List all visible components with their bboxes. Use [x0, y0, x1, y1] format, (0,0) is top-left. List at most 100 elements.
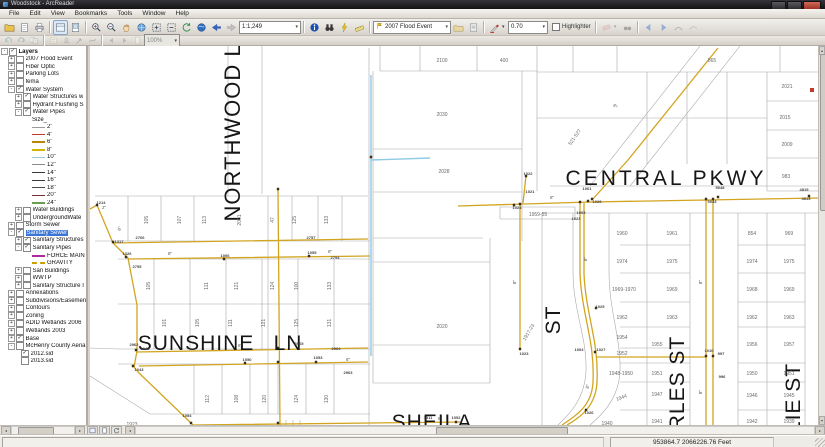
expand-toggle-icon[interactable]: -	[15, 109, 22, 116]
toc-item[interactable]: +WWTP	[0, 274, 86, 282]
expand-toggle-icon[interactable]: +	[8, 290, 15, 297]
layer-checkbox[interactable]	[16, 56, 24, 64]
map-properties-icon[interactable]	[466, 20, 481, 35]
toc-item[interactable]: +Water Buildings	[0, 206, 86, 214]
pen-width-combo[interactable]: 0.70▾	[508, 21, 548, 34]
toc-item[interactable]: 8"	[0, 146, 86, 154]
menu-item[interactable]: View	[46, 9, 70, 18]
layer-checkbox[interactable]	[16, 320, 24, 328]
expand-toggle-icon[interactable]: +	[15, 282, 22, 289]
expand-toggle-icon[interactable]: +	[8, 328, 15, 335]
eraser-caret-icon[interactable]: ▾	[614, 24, 620, 30]
toc-item[interactable]: FORCE MAIN	[0, 252, 86, 260]
toc-item[interactable]: +Parking Lots	[0, 71, 86, 79]
layout-view-icon[interactable]	[68, 20, 83, 35]
toc-item[interactable]: 6"	[0, 139, 86, 147]
expand-toggle-icon[interactable]: -	[8, 229, 15, 236]
refresh-view-icon[interactable]	[111, 426, 122, 436]
map-hscrollbar[interactable]	[135, 426, 815, 436]
toc-item[interactable]: +Wetlands 2003	[0, 327, 86, 335]
toc-item[interactable]: 12"	[0, 161, 86, 169]
next-markup-icon[interactable]	[656, 20, 671, 35]
eraser-icon[interactable]	[599, 20, 614, 35]
toc-item[interactable]: 2013.sid	[0, 357, 86, 365]
toc-item[interactable]: +Subdivisions/Easement	[0, 297, 86, 305]
toc-item[interactable]: +Contours	[0, 305, 86, 313]
toc-item[interactable]: -✓Water Pipes	[0, 108, 86, 116]
toc-item[interactable]: +Storm Sewer	[0, 222, 86, 230]
expand-toggle-icon[interactable]: +	[8, 71, 15, 78]
layer-checkbox[interactable]	[23, 214, 31, 222]
layer-checkbox[interactable]	[16, 305, 24, 313]
layer-checkbox[interactable]	[23, 274, 31, 282]
layer-checkbox[interactable]	[23, 282, 31, 290]
toc-item[interactable]: 20"	[0, 191, 86, 199]
marker-pen-icon[interactable]	[487, 20, 502, 35]
layer-checkbox[interactable]: ✓	[16, 335, 24, 343]
expand-toggle-icon[interactable]: -	[8, 343, 15, 350]
toc-item[interactable]: +Hydrant Flushing S	[0, 101, 86, 109]
expand-toggle-icon[interactable]: +	[8, 63, 15, 70]
published-map-combo[interactable]: 2007 Flood Event▾	[373, 21, 451, 34]
toc-hscrollbar[interactable]	[11, 426, 75, 436]
layer-checkbox[interactable]	[23, 267, 31, 275]
toc-item[interactable]: 24"	[0, 199, 86, 207]
layer-checkbox[interactable]	[16, 327, 24, 335]
toc-item[interactable]: 4"	[0, 131, 86, 139]
toc-scroll-left-icon[interactable]: ◂	[1, 426, 11, 436]
layer-checkbox[interactable]: ✓	[9, 48, 17, 56]
expand-toggle-icon[interactable]: +	[8, 222, 15, 229]
layer-checkbox[interactable]: ✓	[23, 108, 31, 116]
toc-item[interactable]: +San Buildings	[0, 267, 86, 275]
highlighter-checkbox[interactable]	[552, 23, 560, 31]
globe-icon[interactable]	[194, 20, 209, 35]
expand-toggle-icon[interactable]: +	[15, 207, 22, 214]
toc-item[interactable]: +✓Water Structures w	[0, 93, 86, 101]
layer-checkbox[interactable]	[16, 63, 24, 71]
toc-item[interactable]: +Sanitary Structure I	[0, 282, 86, 290]
menu-item[interactable]: Edit	[24, 9, 45, 18]
toc-item[interactable]: +UndergroundWate	[0, 214, 86, 222]
identify-icon[interactable]	[307, 20, 322, 35]
resize-grip[interactable]	[815, 438, 825, 447]
prev-markup-icon[interactable]	[641, 20, 656, 35]
layer-checkbox[interactable]: ✓	[23, 244, 31, 252]
clear-markup-icon[interactable]	[671, 20, 686, 35]
layer-checkbox[interactable]	[16, 222, 24, 230]
expand-toggle-icon[interactable]: +	[15, 214, 22, 221]
layer-checkbox[interactable]: ✓	[23, 93, 31, 101]
expand-toggle-icon[interactable]: +	[15, 237, 22, 244]
hyperlink-icon[interactable]	[337, 20, 352, 35]
toc-item[interactable]: 10"	[0, 154, 86, 162]
toc-scroll-right-icon[interactable]: ▸	[75, 426, 85, 436]
expand-toggle-icon[interactable]: +	[8, 335, 15, 342]
go-back-extent-icon[interactable]	[179, 20, 194, 35]
layer-checkbox[interactable]	[16, 297, 24, 305]
layer-checkbox[interactable]	[16, 342, 24, 350]
toc-item[interactable]: -✓Water System	[0, 86, 86, 94]
expand-toggle-icon[interactable]: +	[8, 320, 15, 327]
expand-toggle-icon[interactable]: -	[1, 48, 8, 55]
map-canvas[interactable]: NORTHWOOD LNCENTRAL PKWYSUNSHINELNSHEILA…	[90, 46, 818, 425]
toc-item[interactable]: Size_	[0, 116, 86, 124]
data-view-icon[interactable]	[53, 20, 68, 35]
zoom-in-icon[interactable]	[89, 20, 104, 35]
layer-checkbox[interactable]	[16, 290, 24, 298]
toc-item[interactable]: +✓Sanitary Structures	[0, 237, 86, 245]
toc-item[interactable]: +ADID Wetlands 2006	[0, 320, 86, 328]
toc-item[interactable]: +✓Base	[0, 335, 86, 343]
find-markup-icon[interactable]	[620, 20, 635, 35]
map-scroll-left-icon[interactable]: ◂	[125, 426, 135, 436]
toc-item[interactable]: 14"	[0, 169, 86, 177]
map-scroll-right-icon[interactable]: ▸	[815, 426, 825, 436]
markup-list-icon[interactable]	[686, 20, 701, 35]
find-icon[interactable]	[322, 20, 337, 35]
toc-item[interactable]: 2"	[0, 123, 86, 131]
layer-checkbox[interactable]	[23, 101, 31, 109]
expand-toggle-icon[interactable]: +	[15, 101, 22, 108]
menu-item[interactable]: Tools	[112, 9, 137, 18]
vscroll-thumb[interactable]	[820, 54, 825, 211]
map-vscrollbar[interactable]: ▴ ▾	[818, 46, 825, 425]
full-extent-icon[interactable]	[134, 20, 149, 35]
layer-checkbox[interactable]: ✓	[16, 229, 24, 237]
